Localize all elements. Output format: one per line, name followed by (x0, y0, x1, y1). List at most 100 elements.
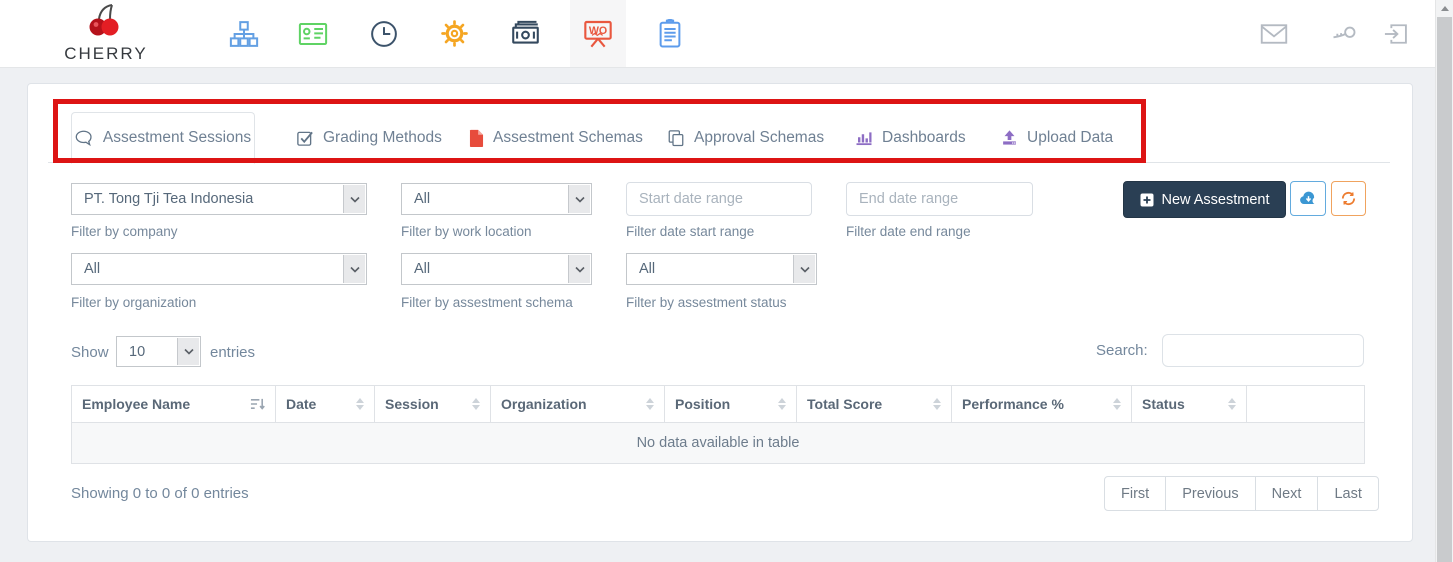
empty-row: No data available in table (71, 422, 1365, 464)
company-select[interactable]: PT. Tong Tji Tea Indonesia (71, 183, 367, 215)
col-position[interactable]: Position (664, 385, 797, 423)
chevron-down-icon (568, 255, 590, 283)
chevron-down-icon (177, 338, 199, 365)
organization-select-value: All (84, 261, 101, 277)
pagination-first-button[interactable]: First (1104, 476, 1167, 511)
top-navbar: CHERRY WO (0, 0, 1436, 68)
tab-label: Assestment Schemas (493, 128, 643, 146)
sort-icon (778, 398, 786, 410)
clock-icon[interactable] (356, 0, 412, 67)
date-start-filter-label: Filter date start range (626, 224, 755, 239)
show-label: Show (71, 344, 109, 361)
tab-upload-data[interactable]: Upload Data (1001, 113, 1113, 162)
col-employee-name[interactable]: Employee Name (71, 385, 276, 423)
col-total-score[interactable]: Total Score (796, 385, 952, 423)
refresh-button[interactable] (1331, 181, 1366, 216)
sort-amount-asc-icon (250, 397, 265, 411)
scrollbar-thumb[interactable] (1437, 17, 1452, 562)
company-filter-label: Filter by company (71, 224, 178, 239)
entries-summary: Showing 0 to 0 of 0 entries (71, 485, 249, 502)
tab-grading-methods[interactable]: Grading Methods (296, 113, 442, 162)
table-header-row: Employee Name Date Session Organization … (71, 385, 1365, 423)
money-icon[interactable] (497, 0, 553, 67)
assestment-schema-select[interactable]: All (401, 253, 592, 285)
assestment-status-filter-label: Filter by assestment status (626, 295, 787, 310)
tab-assestment-sessions[interactable]: Assestment Sessions (71, 112, 255, 164)
copy-icon (667, 129, 685, 147)
whiteboard-assessment-icon[interactable]: WO (570, 0, 626, 67)
upload-icon (1001, 129, 1018, 146)
tab-label: Upload Data (1027, 128, 1114, 146)
col-session[interactable]: Session (374, 385, 491, 423)
clipboard-icon[interactable] (642, 0, 698, 67)
pagination-next-button[interactable]: Next (1254, 476, 1319, 511)
assestment-status-select[interactable]: All (626, 253, 817, 285)
sort-icon (1228, 398, 1236, 410)
sitemap-icon[interactable] (216, 0, 272, 67)
cherry-logo-icon (85, 3, 127, 41)
page-scrollbar[interactable] (1435, 0, 1453, 562)
tab-dashboards[interactable]: Dashboards (855, 113, 966, 162)
col-performance[interactable]: Performance % (951, 385, 1132, 423)
file-red-icon (469, 129, 484, 147)
new-assestment-label: New Assestment (1161, 191, 1270, 208)
id-card-icon[interactable] (285, 0, 341, 67)
chevron-down-icon (343, 185, 365, 213)
brand-logo[interactable]: CHERRY (56, 3, 156, 64)
key-icon[interactable] (1316, 0, 1372, 67)
assestment-schema-filter-label: Filter by assestment schema (401, 295, 573, 310)
assessment-table: Employee Name Date Session Organization … (71, 385, 1365, 464)
pagination: First Previous Next Last (1104, 476, 1379, 511)
organization-select[interactable]: All (71, 253, 367, 285)
brand-name: CHERRY (64, 44, 148, 63)
tab-assestment-schemas[interactable]: Assestment Schemas (469, 113, 643, 162)
bar-chart-icon (855, 129, 873, 147)
work-location-select-value: All (414, 191, 431, 207)
logout-icon[interactable] (1368, 0, 1424, 67)
check-square-icon (296, 129, 314, 147)
pagination-last-button[interactable]: Last (1317, 476, 1379, 511)
company-select-value: PT. Tong Tji Tea Indonesia (84, 191, 254, 207)
gear-icon[interactable] (426, 0, 482, 67)
mail-icon[interactable] (1246, 0, 1302, 67)
tab-label: Assestment Sessions (102, 129, 252, 146)
page-size-select[interactable]: 10 (116, 336, 201, 367)
search-label: Search: (1096, 342, 1148, 359)
search-input[interactable] (1162, 334, 1364, 367)
tab-label: Approval Schemas (694, 128, 825, 146)
assessment-panel: Assestment Sessions Grading Methods Asse… (27, 83, 1413, 542)
work-location-filter-label: Filter by work location (401, 224, 532, 239)
date-end-filter-label: Filter date end range (846, 224, 971, 239)
comments-icon (75, 129, 94, 148)
empty-message: No data available in table (71, 422, 1365, 464)
col-organization[interactable]: Organization (490, 385, 665, 423)
cloud-download-button[interactable] (1290, 181, 1326, 216)
assestment-status-select-value: All (639, 261, 656, 277)
chevron-down-icon (568, 185, 590, 213)
col-date[interactable]: Date (275, 385, 375, 423)
pagination-previous-button[interactable]: Previous (1165, 476, 1256, 511)
sort-icon (646, 398, 654, 410)
col-actions (1246, 385, 1365, 423)
tab-approval-schemas[interactable]: Approval Schemas (667, 113, 824, 162)
assestment-schema-select-value: All (414, 261, 431, 277)
end-date-input[interactable] (846, 182, 1033, 216)
tab-label: Dashboards (882, 128, 966, 146)
entries-label: entries (210, 344, 256, 361)
chevron-down-icon (343, 255, 365, 283)
sort-icon (933, 398, 941, 410)
chevron-down-icon (793, 255, 815, 283)
organization-filter-label: Filter by organization (71, 295, 197, 310)
scrollbar-up-arrow-icon[interactable] (1436, 0, 1453, 17)
cloud-download-icon (1299, 191, 1318, 206)
new-assestment-button[interactable]: New Assestment (1123, 181, 1286, 218)
tab-label: Grading Methods (323, 128, 442, 146)
page-size-value: 10 (129, 343, 146, 360)
sort-icon (472, 398, 480, 410)
sort-icon (1113, 398, 1121, 410)
refresh-icon (1340, 190, 1357, 207)
sort-icon (356, 398, 364, 410)
work-location-select[interactable]: All (401, 183, 592, 215)
col-status[interactable]: Status (1131, 385, 1247, 423)
start-date-input[interactable] (626, 182, 812, 216)
